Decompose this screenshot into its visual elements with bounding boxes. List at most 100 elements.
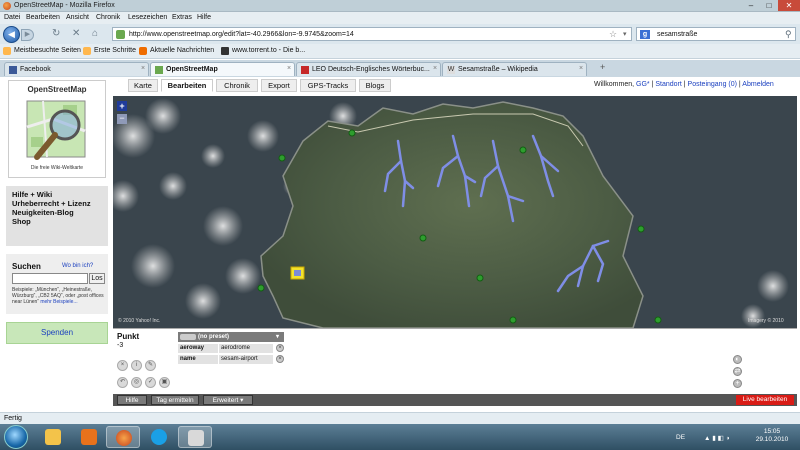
tag-key[interactable]: aeroway: [178, 344, 218, 353]
advanced-button[interactable]: Erweitert ▾: [203, 395, 253, 405]
torrent-icon: [221, 47, 229, 55]
link-hilfe-wiki[interactable]: Hilfe + Wiki: [12, 190, 102, 199]
folder-icon: [45, 429, 61, 445]
link-shop[interactable]: Shop: [12, 217, 102, 226]
window-title: OpenStreetMap - Mozilla Firefox: [14, 2, 115, 9]
new-tab-button[interactable]: +: [600, 62, 605, 72]
camera-icon[interactable]: ▣: [159, 377, 170, 388]
live-edit-button[interactable]: Live bearbeiten: [736, 395, 794, 405]
tab-blogs[interactable]: Blogs: [359, 79, 391, 92]
site-favicon: [116, 30, 125, 39]
taskbar-media-player[interactable]: [72, 426, 106, 448]
taskbar-paint[interactable]: [178, 426, 212, 448]
more-examples-link[interactable]: mehr Beispiele...: [40, 299, 77, 305]
language-indicator[interactable]: DE: [676, 434, 685, 441]
gps-icon[interactable]: ◎: [131, 377, 142, 388]
zoom-out-button[interactable]: −: [117, 114, 127, 124]
tray-icons[interactable]: ▲ ▮ ◧ ◑: [704, 434, 730, 442]
menu-lesezeichen[interactable]: Lesezeichen: [128, 14, 167, 21]
menu-chronik[interactable]: Chronik: [96, 14, 120, 21]
tab-openstreetmap[interactable]: OpenStreetMap ×: [150, 62, 295, 76]
menu-ansicht[interactable]: Ansicht: [66, 14, 89, 21]
tab-leo[interactable]: LEO Deutsch-Englisches Wörterbuc... ×: [296, 62, 441, 76]
search-text: sesamstraße: [657, 31, 698, 38]
zoom-in-button[interactable]: +: [117, 101, 127, 111]
link-urheberrecht[interactable]: Urheberrecht + Lizenz: [12, 199, 102, 208]
tab-close-icon[interactable]: ×: [141, 65, 145, 72]
menu-extras[interactable]: Extras: [172, 14, 192, 21]
tab-close-icon[interactable]: ×: [433, 65, 437, 72]
tab-wikipedia[interactable]: W Sesamstraße – Wikipedia ×: [442, 62, 587, 76]
standort-link[interactable]: Standort: [655, 81, 681, 88]
tab-close-icon[interactable]: ×: [287, 65, 291, 72]
tab-gps-tracks[interactable]: GPS-Tracks: [300, 79, 356, 92]
tab-export[interactable]: Export: [261, 79, 297, 92]
bookmarks-toolbar: Meistbesuchte Seiten Erste Schritte Aktu…: [0, 44, 800, 59]
tab-bearbeiten[interactable]: Bearbeiten: [161, 79, 213, 92]
find-tag-button[interactable]: Tag ermitteln: [151, 395, 199, 405]
skype-icon: [151, 429, 167, 445]
abmelden-link[interactable]: Abmelden: [742, 81, 774, 88]
tag-value[interactable]: aerodrome: [219, 344, 273, 353]
map-canvas[interactable]: [113, 96, 797, 328]
undo-icon[interactable]: ↶: [117, 377, 128, 388]
tab-karte[interactable]: Karte: [128, 79, 158, 92]
menu-datei[interactable]: Datei: [4, 14, 20, 21]
username-link[interactable]: GG*: [636, 81, 650, 88]
forward-button[interactable]: ▶: [21, 29, 34, 41]
delete-tag-icon[interactable]: ×: [276, 344, 284, 352]
browser-status-bar: Fertig: [0, 412, 800, 424]
tag-key[interactable]: name: [178, 355, 218, 364]
tag-view-toggle-icon[interactable]: ◐: [733, 355, 742, 364]
start-button[interactable]: [4, 425, 28, 449]
close-button[interactable]: ✕: [778, 0, 800, 11]
edit-icon[interactable]: ✎: [145, 360, 156, 371]
url-dropdown-icon[interactable]: ▾: [623, 30, 627, 38]
donate-button[interactable]: Spenden: [6, 322, 108, 344]
osm-logo[interactable]: OpenStreetMap Die freie Wiki-Weltkarte: [8, 80, 106, 178]
minimize-button[interactable]: –: [742, 0, 760, 11]
tab-chronik[interactable]: Chronik: [216, 79, 258, 92]
bookmark-erste-schritte[interactable]: Erste Schritte: [94, 47, 136, 54]
bookmark-meistbesucht[interactable]: Meistbesuchte Seiten: [14, 47, 81, 54]
tab-close-icon[interactable]: ×: [579, 65, 583, 72]
delete-tag-icon[interactable]: ×: [276, 355, 284, 363]
help-button[interactable]: Hilfe: [117, 395, 147, 405]
tag-value[interactable]: sesam-airport: [219, 355, 273, 364]
bookmark-star-icon[interactable]: ☆: [609, 29, 617, 40]
bookmark-torrent[interactable]: www.torrent.to - Die b...: [232, 47, 305, 54]
search-bar[interactable]: g sesamstraße ⚲: [636, 27, 796, 41]
relation-icon[interactable]: ⇄: [733, 367, 742, 376]
taskbar-skype[interactable]: [142, 426, 176, 448]
menu-bearbeiten[interactable]: Bearbeiten: [26, 14, 60, 21]
home-icon[interactable]: ⌂: [92, 28, 98, 39]
reload-icon[interactable]: ↻: [52, 28, 60, 39]
add-tag-icon[interactable]: +: [733, 379, 742, 388]
info-icon[interactable]: i: [131, 360, 142, 371]
leo-icon: [301, 66, 309, 74]
taskbar-clock[interactable]: 15:05 29.10.2010: [752, 428, 792, 444]
where-am-i-link[interactable]: Wo bin ich?: [62, 263, 93, 269]
stop-icon[interactable]: ✕: [72, 28, 80, 39]
tab-facebook[interactable]: Facebook ×: [4, 62, 149, 76]
imagery-credit: Imagery © 2010: [748, 318, 784, 324]
taskbar-firefox[interactable]: [106, 426, 140, 448]
chevron-down-icon: ▾: [276, 334, 280, 340]
map-search-input[interactable]: [12, 273, 88, 284]
link-neuigkeiten-blog[interactable]: Neuigkeiten-Blog: [12, 208, 102, 217]
search-icon[interactable]: ⚲: [785, 29, 792, 40]
back-button[interactable]: ◀: [3, 26, 20, 43]
tick-icon[interactable]: ✓: [145, 377, 156, 388]
preset-dropdown[interactable]: (no preset) ▾: [178, 332, 284, 342]
url-bar[interactable]: http://www.openstreetmap.org/edit?lat=-4…: [112, 27, 632, 41]
satellite-map[interactable]: [113, 96, 797, 328]
point-icon[interactable]: ×: [117, 360, 128, 371]
posteingang-link[interactable]: Posteingang (0): [688, 81, 737, 88]
google-icon[interactable]: g: [640, 30, 650, 39]
welcome-text: Willkommen,: [594, 81, 635, 88]
maximize-button[interactable]: □: [760, 0, 778, 11]
bookmark-nachrichten[interactable]: Aktuelle Nachrichten: [150, 47, 214, 54]
taskbar-explorer[interactable]: [36, 426, 70, 448]
menu-hilfe[interactable]: Hilfe: [197, 14, 211, 21]
search-go-button[interactable]: Los: [89, 273, 105, 284]
